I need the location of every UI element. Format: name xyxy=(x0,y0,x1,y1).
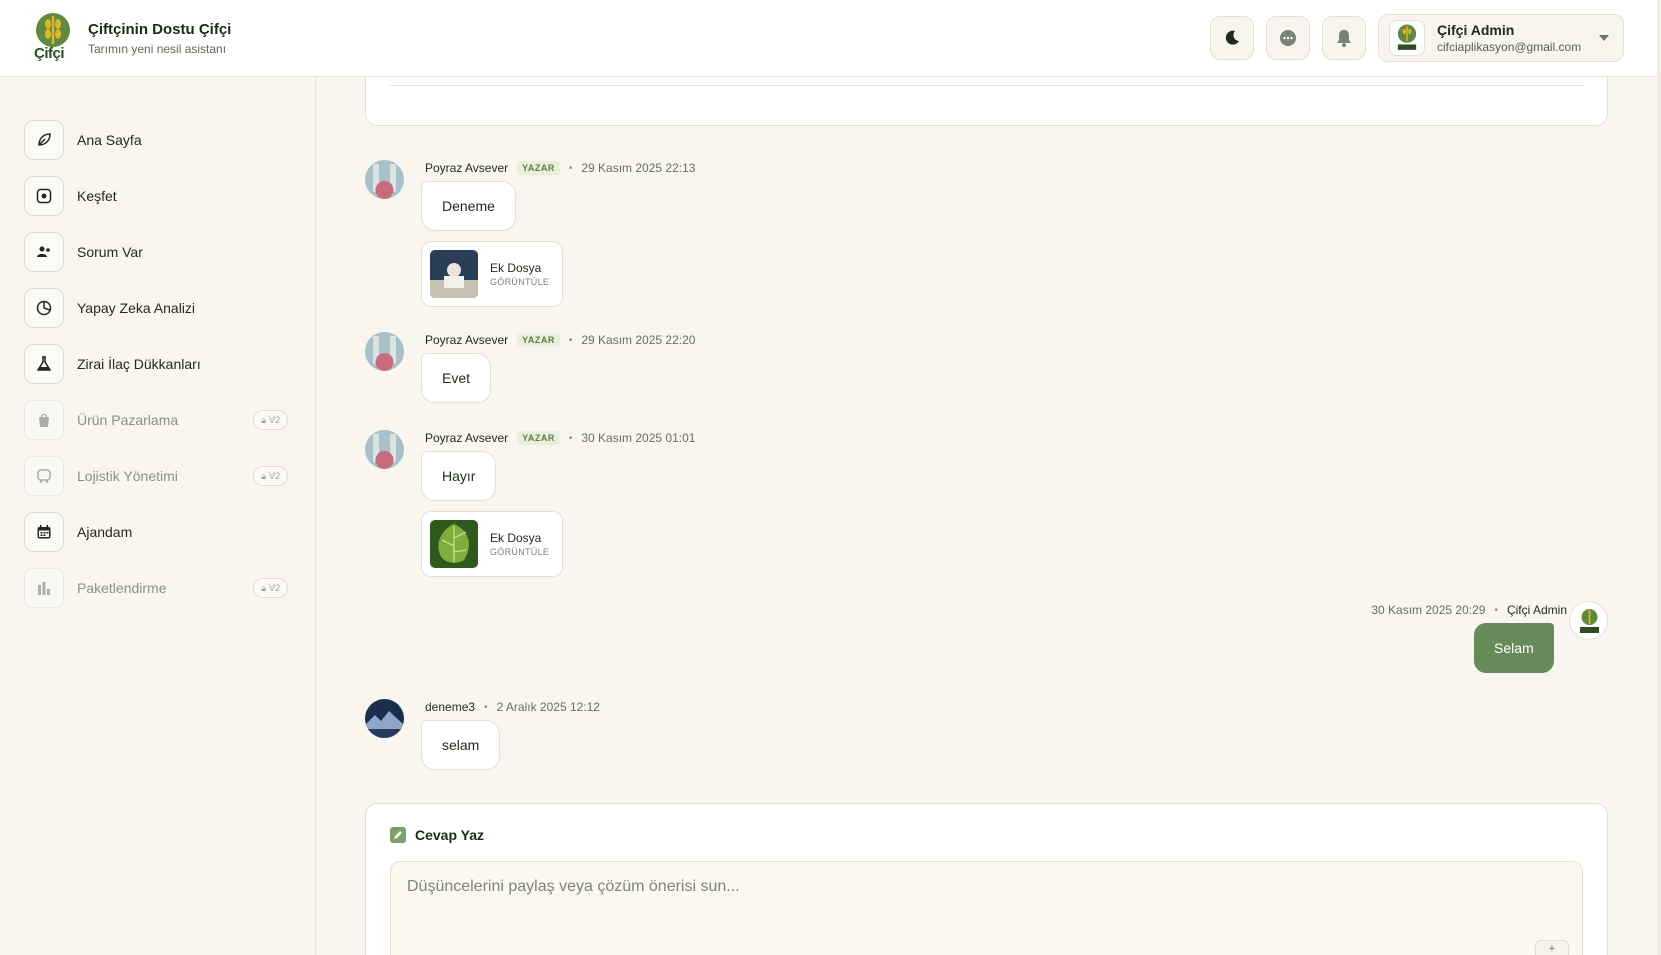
attachment-title: Ek Dosya xyxy=(490,261,542,275)
message-author[interactable]: Poyraz Avsever xyxy=(425,161,508,175)
scrollbar[interactable] xyxy=(1657,0,1661,955)
message-author[interactable]: Poyraz Avsever xyxy=(425,333,508,347)
message-author[interactable]: Çifçi Admin xyxy=(1507,603,1567,617)
sidebar-item-label: Yapay Zeka Analizi xyxy=(77,300,196,316)
brand[interactable]: Çifçi Çiftçinin Dostu Çifçi Tarımın yeni… xyxy=(32,12,231,64)
truck-icon xyxy=(24,456,64,496)
sidebar-item-label: Zirai İlaç Dükkanları xyxy=(77,356,201,372)
calendar-icon xyxy=(24,512,64,552)
lock-icon: 🔒︎ xyxy=(261,414,266,425)
sidebar-item-label: Sorum Var xyxy=(77,244,143,260)
avatar[interactable] xyxy=(365,332,404,371)
author-badge: YAZAR xyxy=(517,431,560,445)
divider xyxy=(390,85,1583,86)
author-badge: YAZAR xyxy=(517,161,560,175)
message-time: 29 Kasım 2025 22:20 xyxy=(581,333,696,347)
message-time: 30 Kasım 2025 01:01 xyxy=(581,431,696,445)
sidebar-item-zirai-ilac[interactable]: Zirai İlaç Dükkanları xyxy=(24,343,288,385)
attachment-title: Ek Dosya xyxy=(490,531,542,545)
moon-icon xyxy=(1225,30,1239,45)
sidebar-item-lojistik[interactable]: Lojistik Yönetimi 🔒︎ V2 xyxy=(24,455,288,497)
leaf-icon xyxy=(24,120,64,160)
sidebar-item-label: Paketlendirme xyxy=(77,580,167,596)
attachment-view-link[interactable]: GÖRÜNTÜLE xyxy=(490,277,549,287)
sidebar-item-kesfet[interactable]: Keşfet xyxy=(24,175,288,217)
messages-button[interactable] xyxy=(1266,16,1310,60)
author-badge: YAZAR xyxy=(517,333,560,347)
sidebar: Ana Sayfa Keşfet Sorum Var Yapay Zeka An… xyxy=(0,77,316,955)
message-bubble: Deneme xyxy=(421,181,516,231)
sidebar-item-label: Ürün Pazarlama xyxy=(77,412,179,428)
sidebar-item-ana-sayfa[interactable]: Ana Sayfa xyxy=(24,119,288,161)
message-meta: 30 Kasım 2025 20:29 • Çifçi Admin xyxy=(1371,603,1567,617)
attachment-card[interactable]: Ek Dosya GÖRÜNTÜLE xyxy=(421,241,563,307)
pencil-icon xyxy=(390,827,406,843)
message-meta: Poyraz Avsever YAZAR • 30 Kasım 2025 01:… xyxy=(425,431,696,445)
message-meta: deneme3 • 2 Aralık 2025 12:12 xyxy=(425,700,600,714)
pie-chart-icon xyxy=(24,288,64,328)
flask-icon xyxy=(24,344,64,384)
message-time: 2 Aralık 2025 12:12 xyxy=(496,700,600,714)
cifci-logo: Çifçi xyxy=(32,12,74,64)
lock-icon: 🔒︎ xyxy=(261,582,266,593)
reply-title: Cevap Yaz xyxy=(390,827,484,843)
reply-textarea[interactable] xyxy=(390,861,1583,955)
message-author[interactable]: deneme3 xyxy=(425,700,475,714)
bar-chart-icon xyxy=(24,568,64,608)
sidebar-item-label: Keşfet xyxy=(77,188,117,204)
own-avatar[interactable] xyxy=(1569,601,1608,640)
version-badge: 🔒︎ V2 xyxy=(253,578,288,598)
own-message-bubble: Selam xyxy=(1474,623,1554,673)
brand-title: Çiftçinin Dostu Çifçi xyxy=(88,20,232,38)
user-email: cifciaplikasyon@gmail.com xyxy=(1437,40,1582,54)
thread-main: Poyraz Avsever YAZAR • 29 Kasım 2025 22:… xyxy=(317,67,1657,955)
sidebar-item-paketlendirme[interactable]: Paketlendirme 🔒︎ V2 xyxy=(24,567,288,609)
image-add-icon: + xyxy=(1548,943,1556,955)
brand-subtitle: Tarımın yeni nesil asistanı xyxy=(88,41,227,56)
message-time: 29 Kasım 2025 22:13 xyxy=(581,161,696,175)
message-author[interactable]: Poyraz Avsever xyxy=(425,431,508,445)
sidebar-item-ajandam[interactable]: Ajandam xyxy=(24,511,288,553)
sidebar-item-sorum-var[interactable]: Sorum Var xyxy=(24,231,288,273)
sidebar-item-label: Ajandam xyxy=(77,524,133,540)
version-badge: 🔒︎ V2 xyxy=(253,466,288,486)
lock-icon: 🔒︎ xyxy=(261,470,266,481)
sidebar-item-yapay-zeka[interactable]: Yapay Zeka Analizi xyxy=(24,287,288,329)
sidebar-item-urun-pazarlama[interactable]: Ürün Pazarlama 🔒︎ V2 xyxy=(24,399,288,441)
top-header: Çifçi Çiftçinin Dostu Çifçi Tarımın yeni… xyxy=(0,0,1657,77)
message-meta: Poyraz Avsever YAZAR • 29 Kasım 2025 22:… xyxy=(425,161,696,175)
reply-card: Cevap Yaz xyxy=(365,803,1608,955)
shopping-bag-icon xyxy=(24,400,64,440)
theme-toggle-button[interactable] xyxy=(1210,16,1254,60)
chat-bubble-icon xyxy=(1280,30,1296,46)
sidebar-item-label: Lojistik Yönetimi xyxy=(77,468,178,484)
message-bubble: selam xyxy=(421,720,501,770)
avatar[interactable] xyxy=(365,430,404,469)
notifications-button[interactable] xyxy=(1322,16,1366,60)
user-name: Çifçi Admin xyxy=(1437,22,1515,38)
message-bubble: Hayır xyxy=(421,451,497,501)
user-menu[interactable]: Çifçi Admin cifciaplikasyon@gmail.com xyxy=(1378,14,1624,62)
version-badge: 🔒︎ V2 xyxy=(253,410,288,430)
users-icon xyxy=(24,232,64,272)
message-meta: Poyraz Avsever YAZAR • 29 Kasım 2025 22:… xyxy=(425,333,696,347)
attachment-thumbnail xyxy=(430,520,478,568)
attachment-thumbnail xyxy=(430,250,478,298)
compass-icon xyxy=(24,176,64,216)
user-avatar xyxy=(1389,20,1425,56)
avatar[interactable] xyxy=(365,699,404,738)
message-time: 30 Kasım 2025 20:29 xyxy=(1371,603,1486,617)
message-bubble: Evet xyxy=(421,353,492,403)
sidebar-item-label: Ana Sayfa xyxy=(77,132,142,148)
avatar[interactable] xyxy=(365,160,404,199)
attachment-card[interactable]: Ek Dosya GÖRÜNTÜLE xyxy=(421,511,563,577)
attachment-view-link[interactable]: GÖRÜNTÜLE xyxy=(490,547,549,557)
bell-icon xyxy=(1337,30,1351,47)
chevron-down-icon xyxy=(1599,35,1609,41)
attach-image-button[interactable]: + xyxy=(1535,940,1569,955)
